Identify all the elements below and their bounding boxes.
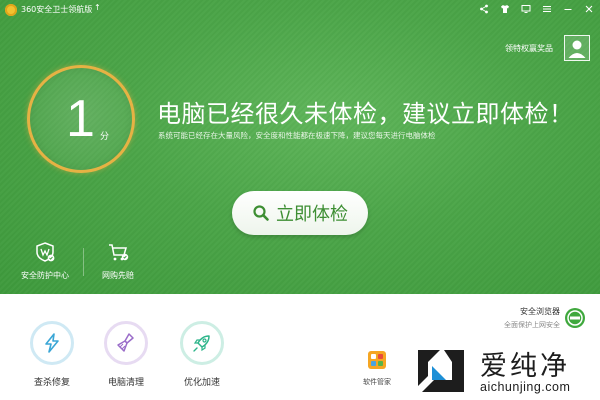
speed-up-label: 优化加速 (183, 378, 220, 388)
security-center-button[interactable]: 安全防护中心 (16, 241, 74, 281)
status-description: 系统可能已经存在大量风险，安全度和性能都在极速下降，建议您每天进行电脑体检 (158, 131, 436, 140)
shopping-guarantee-button[interactable]: 网购先赔 (94, 241, 142, 281)
lightning-icon (45, 333, 59, 353)
claim-rewards-link[interactable]: 领特权赢奖品 (505, 43, 553, 54)
menu-icon[interactable] (542, 4, 552, 14)
app-title: 360安全卫士领航版 (21, 5, 93, 14)
status-headline: 电脑已经很久未体检，建议立即体检！ (157, 100, 574, 128)
pc-cleanup-circle (104, 321, 148, 365)
app-window: 360安全卫士领航版 ↑ 领特权赢奖品 1 分 电脑已经很久未体检，建议立即体检… (0, 0, 600, 400)
pc-cleanup-button[interactable]: 电脑清理 (96, 321, 156, 388)
health-score-unit: 分 (100, 132, 110, 142)
watermark-logo-icon (418, 350, 464, 392)
title-bar: 360安全卫士领航版 ↑ (0, 0, 600, 20)
site-watermark: 爱纯净 aichunjing.com (414, 344, 596, 398)
secure-browser-subtitle: 全面保护上网安全 (504, 321, 560, 329)
security-center-label: 安全防护中心 (21, 271, 69, 280)
brush-icon (117, 333, 134, 352)
hero-panel: 360安全卫士领航版 ↑ 领特权赢奖品 1 分 电脑已经很久未体检，建议立即体检… (0, 0, 600, 294)
minimize-icon[interactable] (563, 4, 573, 14)
hero-tools-divider (83, 248, 84, 276)
start-checkup-button[interactable]: 立即体检 (232, 191, 368, 235)
app-logo-icon (5, 4, 17, 16)
health-score-value: 1 (66, 90, 95, 148)
title-bar-controls (479, 3, 594, 15)
monitor-icon[interactable] (521, 4, 531, 14)
cart-icon (109, 244, 129, 261)
speed-up-button[interactable]: 优化加速 (172, 321, 232, 388)
health-score-ring[interactable]: 1 分 (27, 65, 135, 173)
upgrade-arrow-icon[interactable]: ↑ (94, 3, 101, 12)
software-manager-label: 软件管家 (363, 378, 391, 386)
shopping-guarantee-label: 网购先赔 (102, 271, 134, 280)
start-checkup-label: 立即体检 (276, 204, 348, 225)
close-icon[interactable] (584, 4, 594, 14)
software-manager-button[interactable]: 软件管家 (357, 350, 397, 387)
scan-repair-button[interactable]: 查杀修复 (22, 321, 82, 388)
scan-repair-label: 查杀修复 (33, 378, 70, 388)
rocket-icon (193, 335, 210, 352)
share-icon[interactable] (479, 4, 489, 14)
software-manager-icon (368, 351, 386, 369)
watermark-domain-text: aichunjing.com (480, 380, 571, 394)
browser-icon[interactable] (564, 307, 586, 329)
pc-cleanup-label: 电脑清理 (107, 378, 144, 388)
secure-browser-title: 安全浏览器 (520, 307, 560, 316)
speed-up-circle (180, 321, 224, 365)
watermark-chinese-text: 爱纯净 (480, 351, 570, 382)
shield-icon (36, 242, 55, 262)
shirt-icon[interactable] (500, 4, 510, 14)
user-avatar[interactable] (564, 35, 590, 61)
scan-repair-circle (30, 321, 74, 365)
search-icon (253, 205, 269, 221)
secure-browser-promo[interactable]: 安全浏览器 全面保护上网安全 (490, 306, 560, 330)
